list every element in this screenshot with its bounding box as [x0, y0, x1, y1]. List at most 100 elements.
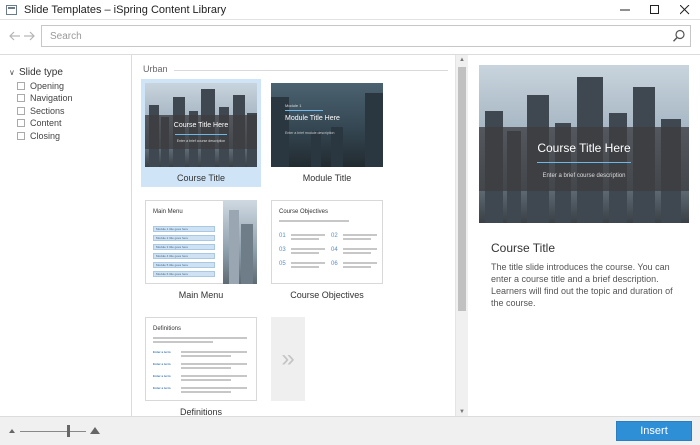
filter-item-label: Opening [30, 80, 65, 91]
title-bar: Slide Templates – iSpring Content Librar… [0, 0, 700, 20]
group-name: Urban [143, 64, 168, 74]
menu-item-bar: Module 5 title goes here [153, 262, 215, 268]
template-thumbnail: Course Objectives 01 02 03 04 05 06 [271, 200, 383, 284]
template-gallery: Urban Course Title Here Enter a brief co… [133, 55, 455, 417]
preview-image-title: Course Title Here [537, 141, 631, 155]
preview-image: Course Title Here Enter a brief course d… [479, 65, 689, 223]
template-thumbnail: Module 1 Module Title Here Enter a brief… [271, 83, 383, 167]
scroll-thumb[interactable] [458, 67, 466, 311]
slide-type-filter-header[interactable]: ∨ Slide type [0, 65, 131, 79]
definition-term: Enter a term [153, 374, 171, 378]
chevron-down-icon: ∨ [9, 67, 15, 77]
more-templates-button[interactable]: » [271, 317, 305, 401]
app-window-icon [6, 4, 17, 15]
maximize-icon [650, 5, 659, 14]
thumb-title: Course Title Here [173, 122, 229, 129]
definition-term: Enter a term [153, 386, 171, 390]
objective-number: 03 [279, 247, 286, 253]
thumb-title: Module Title Here [285, 115, 340, 122]
thumb-title: Definitions [153, 326, 182, 332]
filter-item-closing[interactable]: Closing [0, 130, 131, 142]
thumb-subtitle: Enter a brief module description [285, 131, 335, 135]
checkbox[interactable] [17, 119, 25, 127]
preview-pane: Course Title Here Enter a brief course d… [468, 55, 700, 417]
zoom-slider-thumb[interactable] [66, 425, 70, 437]
thumb-subtitle: Enter a brief course description [176, 139, 226, 143]
group-divider [173, 69, 448, 71]
template-tile-course-objectives[interactable]: Course Objectives 01 02 03 04 05 06 Cour… [267, 196, 387, 304]
window-title: Slide Templates – iSpring Content Librar… [24, 3, 227, 16]
filter-item-label: Closing [30, 130, 61, 141]
title-band [145, 115, 257, 149]
objective-number: 05 [279, 261, 286, 267]
filter-item-label: Content [30, 118, 62, 128]
arrow-right-icon [24, 31, 35, 41]
filter-sidebar: ∨ Slide type Opening Navigation Sections… [0, 55, 132, 417]
filter-item-label: Navigation [30, 93, 73, 103]
window-controls [610, 0, 700, 20]
template-tile-course-title[interactable]: Course Title Here Enter a brief course d… [141, 79, 261, 187]
title-band [479, 127, 689, 191]
checkbox[interactable] [17, 94, 25, 102]
preview-image-subtitle: Enter a brief course description [542, 173, 626, 179]
thumb-title: Course Objectives [279, 209, 329, 215]
close-icon [680, 5, 690, 15]
filter-title: Slide type [19, 66, 63, 78]
zoom-out-icon[interactable] [9, 429, 15, 433]
definition-term: Enter a term [153, 362, 171, 366]
filter-item-navigation[interactable]: Navigation [0, 92, 131, 104]
menu-item-bar: Module 6 title goes here [153, 271, 215, 277]
objective-number: 01 [279, 233, 286, 239]
objective-number: 04 [331, 247, 338, 253]
template-label: Module Title [302, 173, 352, 183]
close-button[interactable] [670, 0, 700, 20]
menu-item-bar: Module 1 title goes here [153, 226, 215, 232]
definition-term: Enter a term [153, 350, 171, 354]
template-label: Course Title [176, 173, 226, 183]
gallery-scrollbar[interactable]: ▲ ▼ [455, 55, 468, 417]
template-tile-module-title[interactable]: Module 1 Module Title Here Enter a brief… [267, 79, 387, 187]
city-street-image [271, 83, 383, 167]
template-tile-definitions[interactable]: Definitions Enter a term Enter a term En… [141, 313, 261, 417]
insert-button[interactable]: Insert [616, 421, 692, 441]
checkbox[interactable] [17, 131, 25, 140]
thumb-title: Main Menu [153, 209, 183, 215]
template-thumbnail: Course Title Here Enter a brief course d… [145, 83, 257, 167]
search-icon[interactable] [672, 29, 686, 43]
template-tile-main-menu[interactable]: Main Menu Module 1 title goes here Modul… [141, 196, 261, 304]
double-chevron-right-icon: » [281, 345, 295, 372]
thumb-kicker: Module 1 [285, 103, 302, 108]
checkbox[interactable] [17, 81, 25, 90]
objective-number: 06 [331, 261, 338, 267]
filter-item-content[interactable]: Content [0, 117, 131, 129]
menu-item-bar: Module 3 title goes here [153, 244, 215, 250]
zoom-in-icon[interactable] [90, 427, 100, 434]
scroll-up-arrow-icon[interactable]: ▲ [456, 55, 468, 65]
filter-item-opening[interactable]: Opening [0, 80, 131, 92]
forward-button[interactable] [22, 30, 36, 44]
maximize-button[interactable] [640, 0, 670, 20]
minimize-button[interactable] [610, 0, 640, 20]
bottom-bar: Insert [0, 416, 700, 445]
search-box[interactable] [41, 25, 691, 47]
template-label: Course Objectives [290, 290, 364, 300]
menu-item-bar: Module 2 title goes here [153, 235, 215, 241]
preview-title: Course Title [491, 241, 556, 255]
preview-description: The title slide introduces the course. Y… [491, 262, 673, 308]
building-photo [223, 200, 257, 284]
main-content: ∨ Slide type Opening Navigation Sections… [0, 54, 700, 417]
filter-item-sections[interactable]: Sections [0, 105, 131, 117]
template-label: Main Menu [178, 290, 224, 300]
checkbox[interactable] [17, 106, 25, 115]
template-thumbnail: Main Menu Module 1 title goes here Modul… [145, 200, 257, 284]
filter-item-label: Sections [30, 105, 65, 116]
group-header: Urban [143, 63, 448, 75]
template-thumbnail: Definitions Enter a term Enter a term En… [145, 317, 257, 401]
zoom-slider-track[interactable] [20, 431, 86, 432]
minimize-icon [620, 9, 630, 11]
arrow-left-icon [9, 31, 20, 41]
search-input[interactable] [42, 26, 652, 46]
back-button[interactable] [8, 30, 22, 44]
menu-item-bar: Module 4 title goes here [153, 253, 215, 259]
objective-number: 02 [331, 233, 338, 239]
